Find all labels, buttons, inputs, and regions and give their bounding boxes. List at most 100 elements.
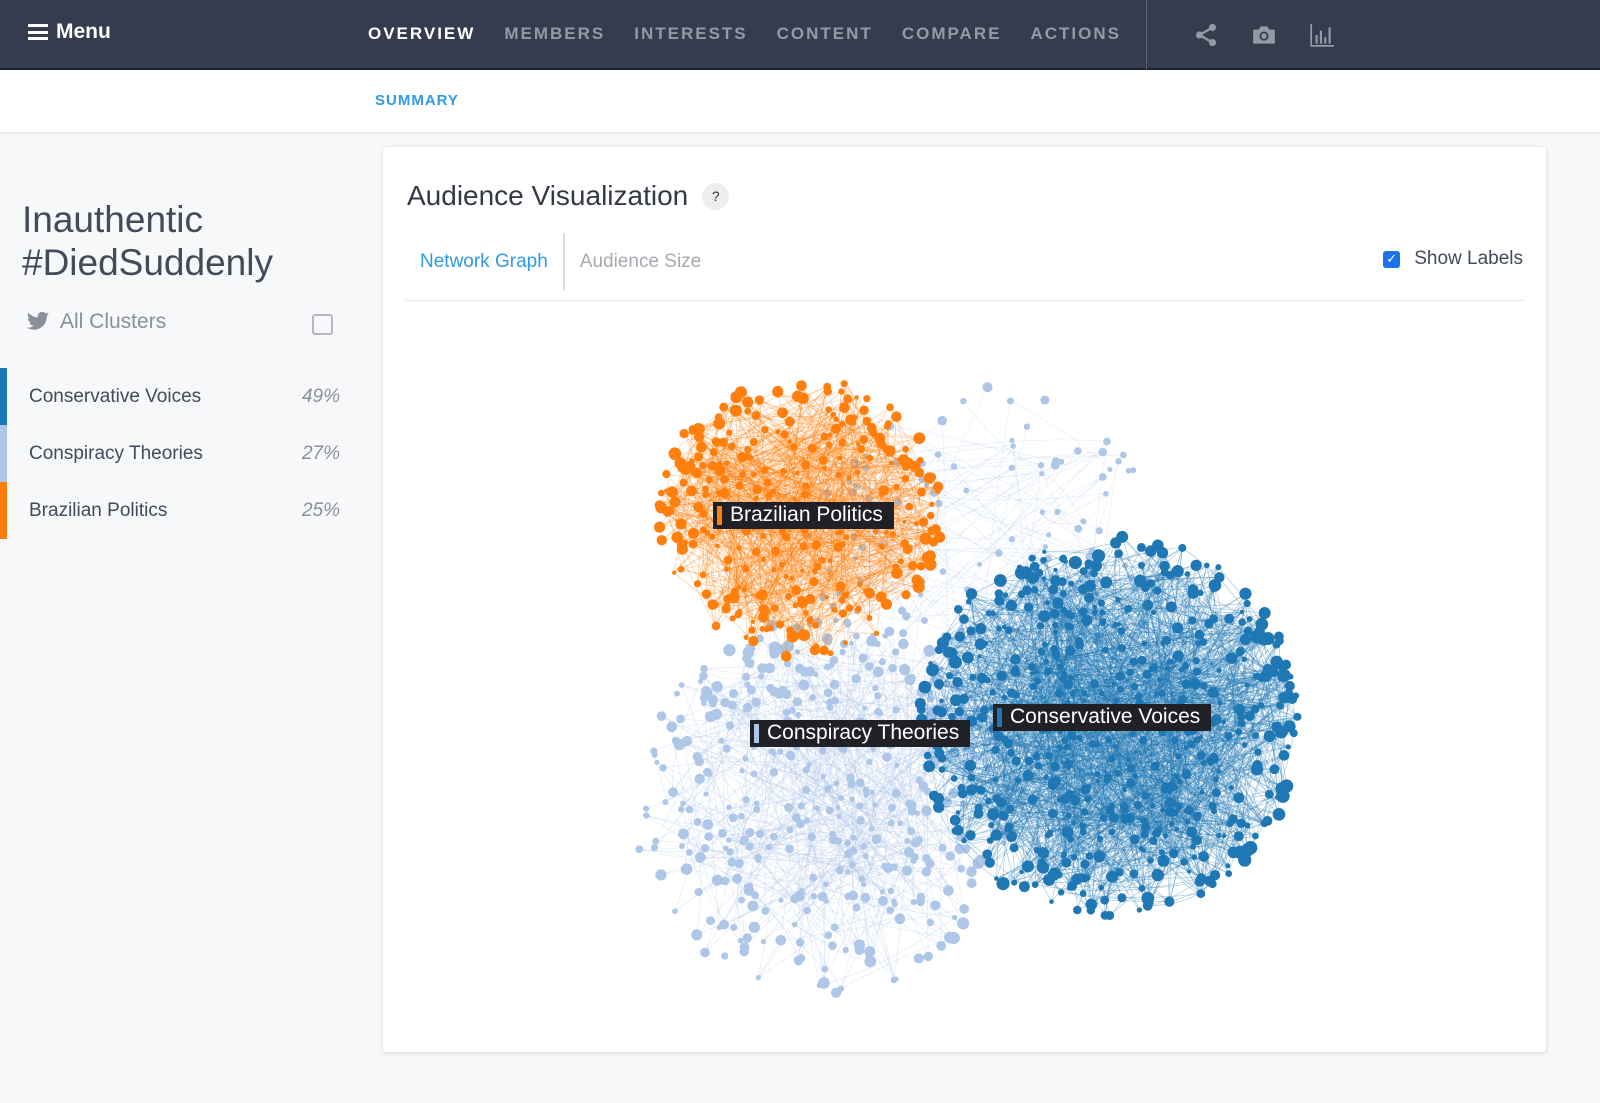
graph-node: [1150, 761, 1160, 771]
graph-node: [874, 707, 882, 716]
graph-node: [1063, 759, 1073, 770]
graph-node: [856, 816, 865, 825]
network-graph[interactable]: [383, 147, 1546, 1052]
graph-node: [736, 608, 743, 615]
graph-node: [923, 951, 933, 962]
graph-node: [750, 619, 755, 625]
graph-node: [699, 461, 707, 470]
graph-node: [1098, 473, 1107, 481]
graph-node: [844, 849, 853, 858]
graph-node: [1037, 647, 1045, 656]
graph-edge: [966, 490, 1079, 529]
graph-node: [855, 778, 863, 787]
cluster-item-brazilian-politics[interactable]: Brazilian Politics 25%: [0, 482, 360, 539]
graph-node: [696, 441, 707, 453]
graph-node: [1029, 684, 1036, 691]
graph-node: [1037, 847, 1050, 859]
graph-node: [1103, 773, 1112, 782]
bar-chart-icon[interactable]: [1309, 22, 1335, 48]
nav-members[interactable]: MEMBERS: [504, 24, 605, 44]
graph-node: [969, 673, 977, 681]
graph-node: [828, 662, 835, 669]
graph-node: [963, 487, 970, 494]
graph-node: [1195, 836, 1202, 843]
nav-actions[interactable]: ACTIONS: [1030, 24, 1121, 44]
graph-node: [707, 694, 718, 705]
graph-node: [974, 638, 987, 650]
graph-node: [1160, 568, 1169, 577]
graph-node: [1261, 821, 1268, 828]
graph-node: [808, 615, 814, 621]
graph-node: [1094, 771, 1101, 778]
nav-interests[interactable]: INTERESTS: [634, 24, 747, 44]
graph-node: [1113, 697, 1120, 704]
graph-node: [853, 414, 858, 420]
graph-node: [839, 648, 846, 656]
graph-node: [659, 764, 667, 772]
graph-node: [1105, 736, 1112, 743]
tab-summary[interactable]: SUMMARY: [375, 92, 459, 109]
graph-node: [892, 563, 901, 572]
graph-node: [955, 810, 960, 815]
graph-node: [1071, 820, 1076, 826]
graph-node: [837, 455, 843, 461]
graph-node: [802, 482, 810, 490]
graph-node: [937, 754, 947, 763]
graph-node: [871, 834, 882, 845]
graph-node: [907, 560, 918, 571]
graph-node: [1149, 803, 1156, 809]
graph-node: [693, 452, 704, 462]
graph-node: [1197, 589, 1204, 597]
graph-node: [1126, 668, 1134, 677]
graph-node: [676, 714, 685, 724]
nav-content[interactable]: CONTENT: [777, 24, 873, 44]
graph-node: [901, 590, 911, 600]
graph-node: [1112, 621, 1119, 628]
graph-node: [1129, 657, 1139, 666]
graph-node: [704, 832, 714, 841]
graph-node: [655, 501, 668, 514]
graph-node: [939, 568, 947, 575]
graph-node: [936, 941, 947, 951]
nav-overview[interactable]: OVERVIEW: [368, 24, 475, 44]
graph-node: [683, 432, 689, 438]
note-icon[interactable]: [312, 314, 333, 335]
graph-node: [974, 803, 983, 812]
cluster-item-conservative-voices[interactable]: Conservative Voices 49%: [0, 368, 360, 425]
camera-icon[interactable]: [1251, 22, 1277, 48]
graph-node: [742, 933, 752, 943]
graph-node: [863, 395, 871, 403]
graph-node: [720, 697, 730, 708]
graph-node: [790, 893, 800, 904]
menu-button[interactable]: Menu: [28, 20, 111, 44]
graph-node: [784, 802, 794, 812]
graph-node: [1192, 667, 1202, 676]
cluster-item-conspiracy-theories[interactable]: Conspiracy Theories 27%: [0, 425, 360, 482]
graph-node: [714, 413, 723, 421]
graph-node: [755, 857, 761, 864]
graph-node: [977, 654, 982, 659]
graph-node: [855, 605, 862, 613]
graph-node: [747, 900, 759, 912]
graph-node: [986, 837, 994, 844]
share-icon[interactable]: [1193, 22, 1219, 48]
graph-node: [915, 836, 923, 844]
graph-node: [739, 471, 747, 479]
graph-node: [880, 598, 893, 610]
graph-node: [1157, 854, 1170, 867]
nav-compare[interactable]: COMPARE: [902, 24, 1002, 44]
graph-node: [1253, 672, 1260, 680]
graph-node: [1050, 762, 1060, 772]
graph-node: [1149, 836, 1158, 845]
graph-node: [888, 663, 897, 673]
graph-node: [904, 838, 911, 845]
graph-node: [1125, 467, 1132, 474]
graph-node: [1027, 794, 1038, 805]
graph-node: [807, 832, 816, 842]
graph-node: [959, 904, 970, 914]
graph-node: [752, 484, 762, 495]
all-clusters-button[interactable]: All Clusters: [26, 310, 166, 334]
graph-node: [1008, 536, 1016, 543]
graph-node: [1142, 599, 1154, 611]
graph-node: [789, 575, 795, 581]
